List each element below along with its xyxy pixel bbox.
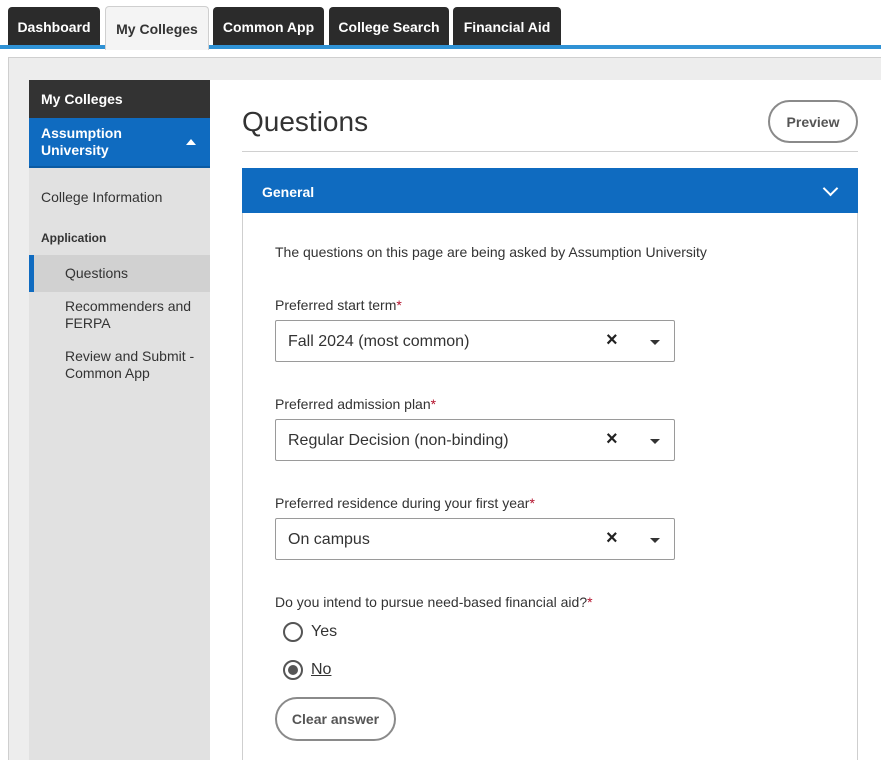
required-marker: *	[529, 495, 535, 511]
intro-text: The questions on this page are being ask…	[275, 244, 707, 260]
tab-financial-aid[interactable]: Financial Aid	[453, 7, 561, 46]
section-title: General	[262, 184, 315, 200]
tab-common-app[interactable]: Common App	[213, 7, 324, 46]
start-term-select[interactable]: Fall 2024 (most common) ×	[275, 320, 675, 362]
close-icon[interactable]: ×	[606, 329, 618, 351]
main-panel: Questions Preview General The questions …	[210, 80, 881, 760]
required-marker: *	[430, 396, 437, 412]
tab-college-search[interactable]: College Search	[329, 7, 449, 46]
sidebar-item-college-information[interactable]: College Information	[41, 189, 162, 205]
sidebar-item-questions[interactable]: Questions	[29, 255, 210, 292]
top-nav: Dashboard My Colleges Common App College…	[0, 0, 881, 50]
caret-down-icon[interactable]	[650, 538, 660, 543]
chevron-down-icon[interactable]	[822, 180, 839, 197]
question-text: Preferred start term	[275, 297, 397, 313]
sidebar-item-review-submit[interactable]: Review and Submit - Common App	[65, 348, 205, 382]
tab-dashboard[interactable]: Dashboard	[8, 7, 100, 46]
sidebar-item-label: Questions	[65, 265, 129, 281]
select-value: Fall 2024 (most common)	[288, 333, 470, 350]
caret-up-icon	[186, 139, 196, 145]
admission-plan-select[interactable]: Regular Decision (non-binding) ×	[275, 419, 675, 461]
section-body: The questions on this page are being ask…	[242, 213, 858, 760]
select-value: On campus	[288, 531, 370, 548]
question-text: Do you intend to pursue need-based finan…	[275, 594, 588, 610]
radio-yes[interactable]	[283, 622, 303, 642]
sidebar-section-application: Application	[41, 231, 107, 245]
required-marker: *	[396, 297, 402, 313]
residence-select[interactable]: On campus ×	[275, 518, 675, 560]
close-icon[interactable]: ×	[606, 428, 618, 450]
question-text: Preferred admission plan	[275, 396, 431, 412]
close-icon[interactable]: ×	[606, 527, 618, 549]
sidebar-college-toggle[interactable]: Assumption University	[29, 118, 210, 168]
sidebar-college-name: Assumption University	[41, 125, 122, 158]
radio-label-no[interactable]: No	[311, 661, 331, 679]
question-label: Preferred start term*	[275, 297, 402, 313]
caret-down-icon[interactable]	[650, 439, 660, 444]
question-label: Preferred admission plan*	[275, 396, 436, 412]
clear-answer-button[interactable]: Clear answer	[275, 697, 396, 741]
sidebar-header: My Colleges	[29, 80, 210, 118]
select-value: Regular Decision (non-binding)	[288, 432, 509, 449]
page-title: Questions	[242, 106, 369, 137]
question-label: Preferred residence during your first ye…	[275, 495, 535, 511]
sidebar-item-recommenders[interactable]: Recommenders and FERPA	[65, 298, 200, 332]
question-text: Preferred residence during your first ye…	[275, 495, 530, 511]
required-marker: *	[587, 594, 593, 610]
section-header-general[interactable]: General	[242, 168, 858, 213]
radio-label-yes[interactable]: Yes	[311, 623, 337, 641]
radio-no[interactable]	[283, 660, 303, 680]
preview-button[interactable]: Preview	[768, 100, 858, 143]
title-divider	[242, 151, 858, 152]
tab-my-colleges[interactable]: My Colleges	[105, 6, 209, 50]
sidebar: My Colleges Assumption University Colleg…	[29, 80, 226, 760]
question-label: Do you intend to pursue need-based finan…	[275, 594, 593, 610]
caret-down-icon[interactable]	[650, 340, 660, 345]
